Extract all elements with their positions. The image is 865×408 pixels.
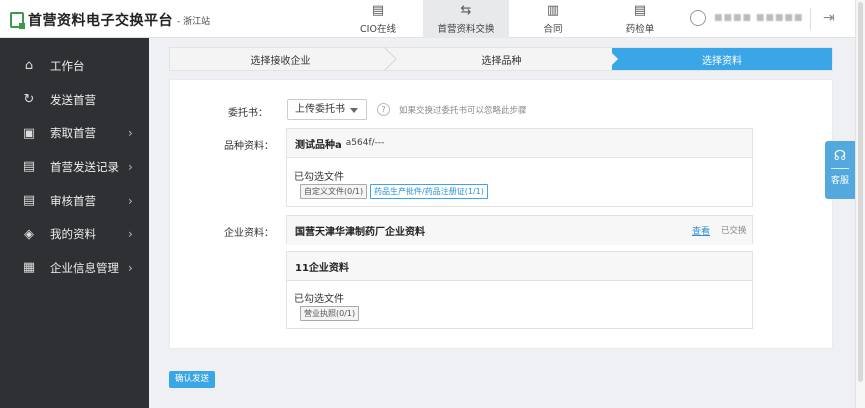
- user-name: ■■■■ ■■■■■: [714, 13, 804, 23]
- entrust-select[interactable]: 上传委托书: [287, 99, 367, 120]
- sidebar-item-label: 发送首营: [50, 92, 96, 107]
- step-select-docs[interactable]: 选择资料: [612, 48, 832, 70]
- nav-label: 药检单: [625, 24, 655, 35]
- caret-down-icon: [350, 108, 358, 113]
- sidebar-item-review[interactable]: ▤ 审核首营 ›: [0, 184, 149, 218]
- entrust-label: 委托书：: [228, 108, 268, 119]
- record-icon: ▤: [22, 159, 36, 175]
- company-box: 国营天津华津制药厂企业资料: [286, 215, 753, 245]
- step-progress: 选择接收企业 选择品种 选择资料: [169, 47, 833, 71]
- sub-company-header: 11企业资料: [287, 252, 752, 281]
- sidebar-item-label: 首营发送记录: [50, 159, 119, 174]
- chevron-right-icon: ›: [128, 159, 133, 174]
- product-spec: a564f/---: [345, 138, 385, 148]
- chevron-right-icon: ›: [128, 227, 133, 242]
- nav-label: 首营资料交换: [437, 24, 495, 35]
- help-icon[interactable]: ?: [377, 103, 390, 116]
- scrollbar[interactable]: [855, 0, 865, 408]
- document-icon: ▤: [371, 3, 385, 18]
- customer-service-button[interactable]: ☊ 客服: [825, 141, 855, 199]
- step-label: 选择资料: [702, 55, 742, 67]
- step-select-product[interactable]: 选择品种: [391, 48, 612, 70]
- sidebar-item-label: 索取首营: [50, 126, 96, 141]
- step-label: 选择接收企业: [250, 55, 311, 67]
- review-icon: ▤: [22, 193, 36, 209]
- sub-selected-files-label: 已勾选文件: [294, 294, 344, 305]
- sidebar-item-workbench[interactable]: ⌂ 工作台: [0, 49, 149, 83]
- drug-license-tag[interactable]: 药品生产批件/药品注册证(1/1): [370, 184, 488, 199]
- step-separator-active: [606, 47, 618, 71]
- nav-first-exchange[interactable]: ⇆ 首营资料交换: [423, 0, 509, 38]
- sidebar-item-label: 工作台: [50, 58, 85, 73]
- logo[interactable]: 首营资料电子交换平台 - 浙江站: [10, 10, 210, 30]
- company-label: 企业资料：: [224, 228, 274, 239]
- sidebar-item-request[interactable]: ▣ 索取首营 ›: [0, 116, 149, 150]
- sidebar: ⌂ 工作台 ↻ 发送首营 ▣ 索取首营 › ▤ 首营发送记录 › ▤ 审核首营 …: [0, 38, 149, 408]
- product-name: 测试品种a: [295, 139, 342, 151]
- service-label: 客服: [830, 176, 849, 186]
- sub-company-name: 11企业资料: [295, 262, 349, 274]
- nav-contract[interactable]: ▥ 合同: [525, 0, 581, 38]
- company-view-link[interactable]: 查看: [692, 224, 710, 237]
- step-label: 选择品种: [481, 55, 522, 67]
- sidebar-item-label: 企业信息管理: [50, 260, 119, 275]
- report-icon: ▤: [633, 3, 647, 18]
- business-license-tag[interactable]: 营业执照(0/1): [300, 306, 360, 321]
- top-header: 首营资料电子交换平台 - 浙江站 ▤ CIO在线 ⇆ 首营资料交换 ▥ 合同 ▤…: [0, 0, 855, 38]
- step-separator: [384, 47, 397, 71]
- home-icon: ⌂: [24, 58, 34, 74]
- nav-label: 合同: [543, 24, 563, 35]
- header-divider: [810, 8, 811, 30]
- logo-icon: [10, 12, 25, 29]
- company-status: 已交换: [721, 226, 747, 236]
- confirm-send-button[interactable]: 确认发送: [169, 371, 215, 388]
- contract-icon: ▥: [546, 3, 560, 18]
- chevron-right-icon: ›: [128, 260, 133, 275]
- send-icon: ↻: [23, 92, 35, 108]
- nav-cio-online[interactable]: ▤ CIO在线: [345, 0, 411, 38]
- selected-files-label: 已勾选文件: [294, 172, 344, 183]
- service-divider: [831, 168, 849, 169]
- custom-file-tag[interactable]: 自定义文件(0/1): [300, 184, 368, 199]
- user-menu[interactable]: ■■■■ ■■■■■: [690, 10, 803, 26]
- product-label: 品种资料：: [224, 141, 274, 152]
- scrollbar-thumb[interactable]: [858, 2, 863, 382]
- user-icon: [690, 10, 706, 26]
- product-header: 测试品种a a564f/---: [287, 129, 752, 158]
- layers-icon: ◈: [24, 226, 34, 242]
- sidebar-item-send[interactable]: ↻ 发送首营: [0, 83, 149, 117]
- sidebar-item-my-docs[interactable]: ◈ 我的资料 ›: [0, 217, 149, 251]
- entrust-hint: 如果交换过委托书可以忽略此步骤: [399, 106, 527, 116]
- entrust-select-value: 上传委托书: [295, 104, 345, 115]
- nav-label: CIO在线: [360, 24, 396, 35]
- chevron-right-icon: ›: [128, 193, 133, 208]
- company-icon: ▦: [22, 260, 36, 276]
- company-name: 国营天津华津制药厂企业资料: [295, 227, 425, 238]
- sidebar-item-company-info[interactable]: ▦ 企业信息管理 ›: [0, 251, 149, 285]
- company-header: 国营天津华津制药厂企业资料: [287, 216, 752, 245]
- sidebar-item-label: 我的资料: [50, 227, 96, 242]
- sidebar-item-label: 审核首营: [50, 193, 96, 208]
- headset-icon: ☊: [833, 148, 847, 164]
- app-title: 首营资料电子交换平台: [28, 13, 173, 29]
- nav-inspection-report[interactable]: ▤ 药检单: [612, 0, 668, 38]
- exchange-icon: ⇆: [460, 3, 472, 18]
- app-subtitle: - 浙江站: [177, 16, 211, 27]
- request-icon: ▣: [22, 125, 36, 141]
- chevron-right-icon: ›: [128, 126, 133, 141]
- sidebar-item-send-records[interactable]: ▤ 首营发送记录 ›: [0, 150, 149, 184]
- logout-icon[interactable]: ⇥: [823, 10, 835, 26]
- step-select-company[interactable]: 选择接收企业: [170, 48, 391, 70]
